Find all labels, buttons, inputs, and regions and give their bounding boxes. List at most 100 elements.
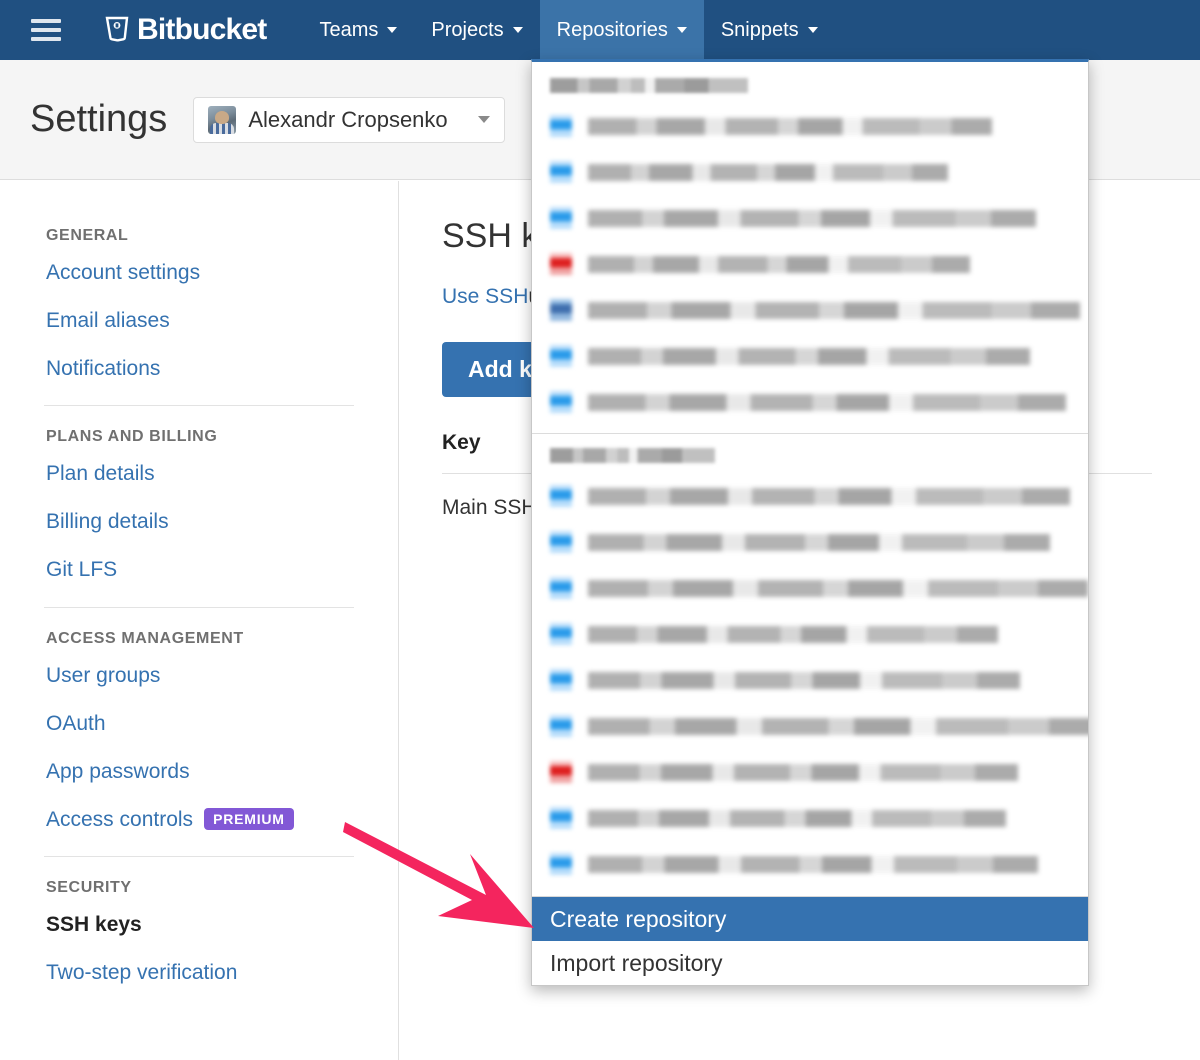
bitbucket-mark-icon: [105, 16, 129, 42]
dropdown-repo-label: [588, 393, 1066, 411]
sidebar-item-oauth[interactable]: OAuth: [46, 712, 354, 735]
nav-item-snippets[interactable]: Snippets: [704, 0, 835, 60]
repo-icon: [550, 669, 572, 691]
brand-text: Bitbucket: [137, 13, 267, 46]
status-badge-premium: PREMIUM: [204, 807, 294, 831]
dropdown-repo-item[interactable]: [532, 195, 1088, 241]
sidebar-item-ssh-keys[interactable]: SSH keys: [46, 913, 354, 936]
dropdown-repo-item[interactable]: [532, 887, 1088, 896]
chevron-down-icon: [676, 27, 687, 33]
repo-icon: [550, 115, 572, 137]
dropdown-repo-label: [588, 717, 1088, 735]
import-repository-menu-item[interactable]: Import repository: [532, 941, 1088, 985]
sidebar-item-git-lfs[interactable]: Git LFS: [46, 558, 354, 581]
sidebar-item-user-groups[interactable]: User groups: [46, 664, 354, 687]
dropdown-repo-label: [588, 163, 948, 181]
dropdown-repo-item[interactable]: [532, 519, 1088, 565]
dropdown-repo-label: [588, 809, 1006, 827]
sidebar-group-plans-and-billing: PLANS AND BILLING Plan details Billing d…: [0, 428, 398, 581]
ssh-help-link[interactable]: Use SSH: [442, 285, 528, 308]
bitbucket-logo[interactable]: Bitbucket: [104, 15, 267, 45]
sidebar-item-plan-details[interactable]: Plan details: [46, 462, 354, 485]
screen-root: Bitbucket Teams Projects Repositories Sn…: [0, 0, 1200, 1060]
settings-sidebar: GENERAL Account settings Email aliases N…: [0, 181, 399, 1060]
account-picker[interactable]: Alexandr Cropsenko: [193, 96, 505, 143]
repo-icon: [550, 345, 572, 367]
dropdown-repo-label: [588, 763, 1018, 781]
dropdown-divider: [532, 433, 1088, 434]
repo-icon: [550, 577, 572, 599]
dropdown-repo-label: [588, 209, 1036, 227]
sidebar-item-app-passwords[interactable]: App passwords: [46, 760, 354, 783]
chevron-down-icon: [512, 27, 523, 33]
sidebar-group-security: SECURITY SSH keys Two-step verification: [0, 879, 398, 984]
repo-icon: [550, 207, 572, 229]
sidebar-item-access-controls-label: Access controls: [46, 807, 194, 831]
dropdown-repo-item[interactable]: [532, 379, 1088, 425]
repo-icon: [550, 391, 572, 413]
chevron-down-icon: [807, 27, 818, 33]
sidebar-item-account-settings[interactable]: Account settings: [46, 261, 354, 284]
dropdown-actions: Create repository Import repository: [532, 897, 1088, 985]
repo-icon: [550, 853, 572, 875]
create-repository-menu-item[interactable]: Create repository: [532, 897, 1088, 941]
repositories-dropdown-menu: Create repository Import repository: [531, 59, 1089, 986]
dropdown-repo-item[interactable]: [532, 611, 1088, 657]
repositories-scroll-area[interactable]: [532, 62, 1088, 897]
dropdown-repo-item[interactable]: [532, 149, 1088, 195]
sidebar-item-access-controls[interactable]: Access controls PREMIUM: [46, 807, 354, 831]
dropdown-repo-item[interactable]: [532, 241, 1088, 287]
sidebar-divider: [44, 606, 354, 608]
avatar: [208, 105, 237, 134]
sidebar-item-two-step-verification[interactable]: Two-step verification: [46, 961, 354, 984]
repo-icon: [550, 807, 572, 829]
dropdown-repo-label: [588, 301, 1080, 319]
dropdown-repo-label: [588, 347, 1030, 365]
repo-icon: [550, 531, 572, 553]
dropdown-repo-label: [588, 117, 992, 135]
repo-icon: [550, 761, 572, 783]
dropdown-repo-label: [588, 533, 1050, 551]
hamburger-icon[interactable]: [24, 0, 68, 60]
sidebar-heading-access-management: ACCESS MANAGEMENT: [46, 629, 244, 647]
nav-item-repositories-label: Repositories: [556, 18, 668, 41]
repo-icon: [550, 715, 572, 737]
dropdown-repo-item[interactable]: [532, 841, 1088, 887]
dropdown-repo-item[interactable]: [532, 565, 1088, 611]
sidebar-heading-general: GENERAL: [46, 227, 129, 244]
repo-icon: [550, 623, 572, 645]
dropdown-repo-item[interactable]: [532, 795, 1088, 841]
nav-item-teams-label: Teams: [319, 18, 379, 41]
account-name: Alexandr Cropsenko: [248, 106, 448, 132]
sidebar-item-email-aliases[interactable]: Email aliases: [46, 309, 354, 332]
nav-item-projects[interactable]: Projects: [414, 0, 539, 60]
nav-item-snippets-label: Snippets: [720, 18, 799, 41]
sidebar-divider: [44, 855, 354, 857]
nav-item-repositories[interactable]: Repositories: [539, 0, 704, 60]
chevron-down-icon: [477, 116, 490, 123]
dropdown-repo-item[interactable]: [532, 287, 1088, 333]
dropdown-repo-item[interactable]: [532, 333, 1088, 379]
nav-item-teams[interactable]: Teams: [303, 0, 415, 60]
page-title: Settings: [30, 98, 168, 140]
dropdown-repo-label: [588, 487, 1070, 505]
repo-icon: [550, 299, 572, 321]
dropdown-repo-item[interactable]: [532, 473, 1088, 519]
top-navigation-bar: Bitbucket Teams Projects Repositories Sn…: [0, 0, 1200, 60]
nav-item-projects-label: Projects: [431, 18, 504, 41]
sidebar-item-billing-details[interactable]: Billing details: [46, 510, 354, 533]
sidebar-heading-plans-and-billing: PLANS AND BILLING: [46, 428, 218, 446]
dropdown-repo-item[interactable]: [532, 703, 1088, 749]
dropdown-repo-item[interactable]: [532, 657, 1088, 703]
dropdown-repo-item[interactable]: [532, 749, 1088, 795]
dropdown-repo-label: [588, 579, 1088, 597]
sidebar-item-notifications[interactable]: Notifications: [46, 357, 354, 380]
sidebar-heading-security: SECURITY: [46, 878, 132, 896]
repo-icon: [550, 253, 572, 275]
repo-icon: [550, 161, 572, 183]
dropdown-repo-label: [588, 855, 1038, 873]
sidebar-group-access-management: ACCESS MANAGEMENT User groups OAuth App …: [0, 630, 398, 831]
dropdown-repo-label: [588, 671, 1020, 689]
dropdown-repo-item[interactable]: [532, 103, 1088, 149]
dropdown-section-heading-recent: [550, 78, 748, 93]
